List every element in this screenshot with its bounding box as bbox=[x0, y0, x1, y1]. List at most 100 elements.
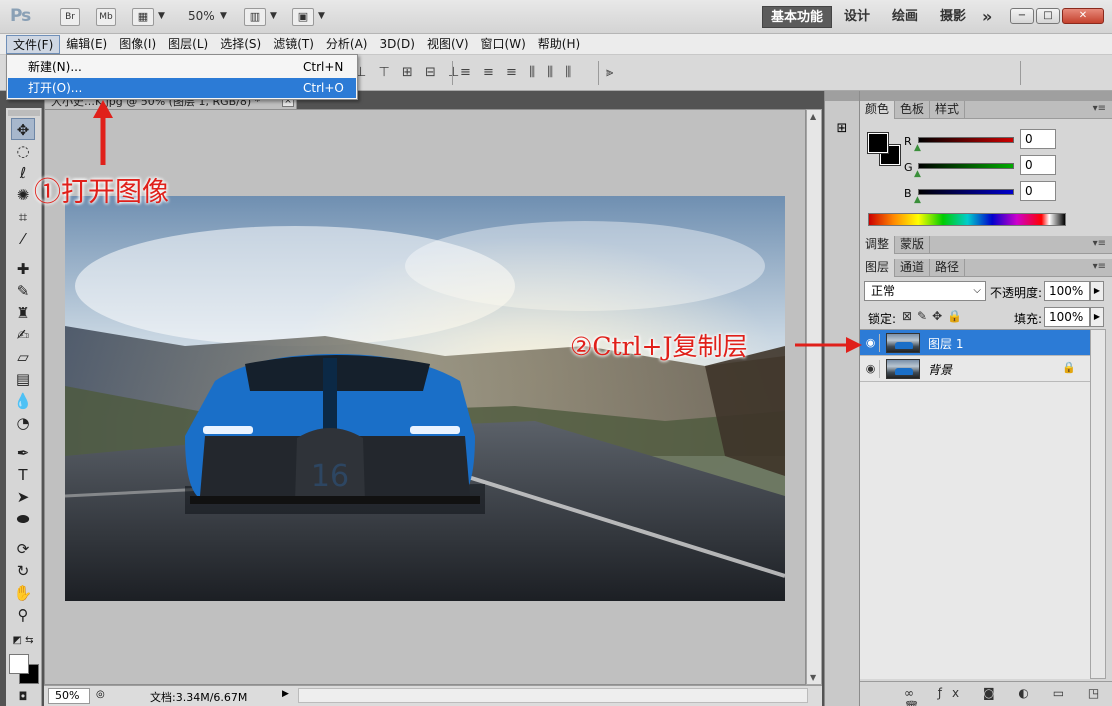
vertical-scrollbar[interactable]: ▲ ▼ bbox=[806, 109, 822, 685]
layer-row-layer1[interactable]: ◉ 图层 1 bbox=[860, 330, 1090, 356]
layer-row-background[interactable]: ◉ 背景 🔒 bbox=[860, 356, 1090, 382]
gradient-tool-icon[interactable]: ▤ bbox=[11, 368, 35, 390]
close-button[interactable]: ✕ bbox=[1062, 8, 1104, 24]
screen-mode-icon[interactable]: ▣ bbox=[292, 8, 314, 26]
auto-align-icon[interactable]: ⫸ bbox=[606, 65, 617, 80]
dodge-tool-icon[interactable]: ◔ bbox=[11, 412, 35, 434]
status-zoom-field[interactable]: 50% bbox=[48, 688, 90, 704]
workspace-photography[interactable]: 摄影 bbox=[940, 6, 966, 28]
bridge-button[interactable]: Br bbox=[60, 8, 80, 26]
horizontal-scrollbar[interactable] bbox=[298, 688, 808, 703]
marquee-tool-icon[interactable]: ◌ bbox=[11, 140, 35, 162]
tab-adjustments[interactable]: 调整 bbox=[860, 236, 896, 254]
chevron-down-icon[interactable]: ▼ bbox=[270, 11, 277, 21]
tab-channels[interactable]: 通道 bbox=[895, 259, 931, 277]
hand-tool-icon[interactable]: ✋ bbox=[11, 582, 35, 604]
quick-select-tool-icon[interactable]: ✺ bbox=[11, 184, 35, 206]
path-selection-tool-icon[interactable]: ➤ bbox=[11, 486, 35, 508]
fill-slider-toggle[interactable]: ▶ bbox=[1090, 307, 1104, 327]
view-extras-icon[interactable]: ▦ bbox=[132, 8, 154, 26]
minimize-button[interactable]: − bbox=[1010, 8, 1034, 24]
align-icons[interactable]: ⊥ ⊤ ⊞ ⊟ ⊥ bbox=[355, 65, 463, 80]
lock-options-icons[interactable]: ⊠✎✥🔒 bbox=[902, 309, 967, 323]
panel-grip[interactable] bbox=[860, 91, 1112, 101]
brush-tool-icon[interactable]: ✎ bbox=[11, 280, 35, 302]
blue-slider[interactable] bbox=[918, 189, 1014, 195]
move-tool-icon[interactable]: ✥ bbox=[11, 118, 35, 140]
opacity-field[interactable]: 100% bbox=[1044, 281, 1090, 301]
history-brush-tool-icon[interactable]: ✍ bbox=[11, 324, 35, 346]
lasso-tool-icon[interactable]: ℓ bbox=[11, 162, 35, 184]
panel-grip[interactable] bbox=[825, 91, 859, 101]
tab-masks[interactable]: 蒙版 bbox=[895, 236, 931, 254]
menu-analysis[interactable]: 分析(A) bbox=[320, 35, 374, 54]
menu-filter[interactable]: 滤镜(T) bbox=[267, 35, 320, 54]
red-slider[interactable] bbox=[918, 137, 1014, 143]
maximize-button[interactable]: □ bbox=[1036, 8, 1060, 24]
tab-color[interactable]: 颜色 bbox=[860, 101, 896, 119]
menu-image[interactable]: 图像(I) bbox=[113, 35, 162, 54]
distribute-icons[interactable]: ≡ ≡ ≡ ⫼ ⫼ ⫼ bbox=[460, 65, 575, 80]
clone-stamp-tool-icon[interactable]: ♜ bbox=[11, 302, 35, 324]
eyedropper-tool-icon[interactable]: ⁄ bbox=[11, 228, 35, 250]
panel-menu-icon[interactable]: ▾≡ bbox=[1093, 103, 1106, 114]
menu-item-open[interactable]: 打开(O)... Ctrl+O bbox=[8, 78, 356, 98]
panel-menu-icon[interactable]: ▾≡ bbox=[1093, 238, 1106, 249]
blend-mode-select[interactable]: 正常 ⌵ bbox=[864, 281, 986, 301]
tab-layers[interactable]: 图层 bbox=[860, 259, 896, 277]
menu-layer[interactable]: 图层(L) bbox=[162, 35, 214, 54]
menu-help[interactable]: 帮助(H) bbox=[532, 35, 586, 54]
workspace-design[interactable]: 设计 bbox=[844, 6, 870, 28]
scroll-up-icon[interactable]: ▲ bbox=[810, 112, 816, 121]
tab-styles[interactable]: 样式 bbox=[930, 101, 966, 119]
status-menu-icon[interactable]: ▶ bbox=[282, 689, 289, 699]
default-colors-icon[interactable]: ◩ ⇆ bbox=[11, 630, 35, 652]
chevron-down-icon[interactable]: ▼ bbox=[158, 11, 165, 21]
zoom-level[interactable]: 50% bbox=[188, 9, 215, 23]
green-slider-thumb[interactable]: ▲ bbox=[914, 169, 921, 179]
menu-item-new[interactable]: 新建(N)... Ctrl+N bbox=[8, 57, 356, 77]
crop-tool-icon[interactable]: ⌗ bbox=[11, 206, 35, 228]
layer-name[interactable]: 背景 bbox=[928, 361, 952, 378]
blur-tool-icon[interactable]: 💧 bbox=[11, 390, 35, 412]
healing-brush-tool-icon[interactable]: ✚ bbox=[11, 258, 35, 280]
foreground-color-swatch[interactable] bbox=[9, 654, 29, 674]
panel-grip[interactable] bbox=[8, 110, 40, 116]
blue-value-field[interactable]: 0 bbox=[1020, 181, 1056, 201]
menu-edit[interactable]: 编辑(E) bbox=[60, 35, 113, 54]
history-panel-icon[interactable]: ⊞ bbox=[831, 121, 853, 139]
3d-rotate-tool-icon[interactable]: ⟳ bbox=[11, 538, 35, 560]
chevron-down-icon[interactable]: ▼ bbox=[220, 11, 227, 21]
menu-select[interactable]: 选择(S) bbox=[214, 35, 267, 54]
menu-window[interactable]: 窗口(W) bbox=[475, 35, 532, 54]
menu-3d[interactable]: 3D(D) bbox=[373, 35, 420, 54]
workspace-essentials[interactable]: 基本功能 bbox=[762, 6, 833, 28]
menu-view[interactable]: 视图(V) bbox=[421, 35, 475, 54]
red-slider-thumb[interactable]: ▲ bbox=[914, 143, 921, 153]
blue-slider-thumb[interactable]: ▲ bbox=[914, 195, 921, 205]
color-spectrum-bar[interactable] bbox=[868, 213, 1066, 226]
zoom-tool-icon[interactable]: ⚲ bbox=[11, 604, 35, 626]
panel-menu-icon[interactable]: ▾≡ bbox=[1093, 261, 1106, 272]
tab-swatches[interactable]: 色板 bbox=[895, 101, 931, 119]
type-tool-icon[interactable]: T bbox=[11, 464, 35, 486]
layer-actions-icons[interactable]: ∞ ƒx ◙ ◐ ▭ ◳ 🗑 bbox=[904, 686, 1112, 706]
chevron-down-icon[interactable]: ▼ bbox=[318, 11, 325, 21]
quick-mask-icon[interactable]: ◘ bbox=[11, 686, 35, 706]
green-value-field[interactable]: 0 bbox=[1020, 155, 1056, 175]
green-slider[interactable] bbox=[918, 163, 1014, 169]
workspace-painting[interactable]: 绘画 bbox=[892, 6, 918, 28]
more-workspaces-icon[interactable]: » bbox=[982, 6, 992, 28]
layers-scrollbar[interactable] bbox=[1090, 329, 1106, 679]
arrange-documents-icon[interactable]: ▥ bbox=[244, 8, 266, 26]
visibility-eye-icon[interactable]: ◉ bbox=[862, 360, 880, 378]
3d-orbit-tool-icon[interactable]: ↻ bbox=[11, 560, 35, 582]
visibility-eye-icon[interactable]: ◉ bbox=[862, 334, 880, 352]
layer-name[interactable]: 图层 1 bbox=[928, 335, 963, 352]
fill-field[interactable]: 100% bbox=[1044, 307, 1090, 327]
eraser-tool-icon[interactable]: ▱ bbox=[11, 346, 35, 368]
opacity-slider-toggle[interactable]: ▶ bbox=[1090, 281, 1104, 301]
scroll-down-icon[interactable]: ▼ bbox=[810, 673, 816, 682]
mini-bridge-button[interactable]: Mb bbox=[96, 8, 116, 26]
foreground-color-swatch[interactable] bbox=[867, 132, 889, 154]
